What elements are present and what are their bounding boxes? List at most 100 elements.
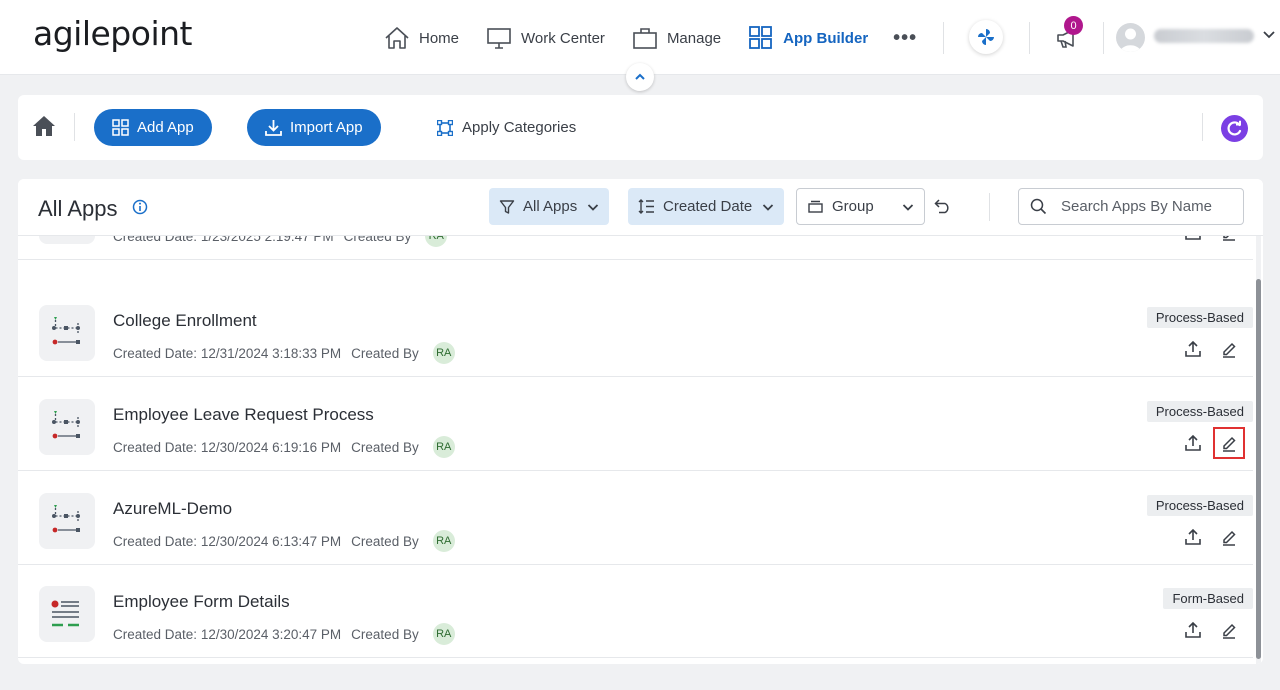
chevron-down-icon[interactable]	[1262, 29, 1276, 41]
divider	[1029, 22, 1030, 54]
list-item[interactable]: AzureML-Demo Created Date: 12/30/2024 6:…	[18, 471, 1253, 565]
edit-icon[interactable]	[1220, 340, 1238, 358]
main-nav: Home Work Center Manage App Builder •••	[384, 22, 917, 54]
edit-icon[interactable]	[1213, 427, 1245, 459]
app-meta: Created Date: 12/30/2024 3:20:47 PM Crea…	[113, 623, 455, 645]
reset-icon[interactable]	[934, 198, 952, 214]
notification-count-badge: 0	[1064, 16, 1083, 35]
home-icon	[385, 27, 409, 49]
more-menu-button[interactable]: •••	[893, 27, 917, 50]
page-title: All Apps	[38, 196, 118, 221]
app-name[interactable]: College Enrollment	[113, 311, 257, 331]
nav-item-manage[interactable]: Manage	[632, 26, 721, 50]
home-button[interactable]	[32, 115, 56, 142]
grid-icon	[112, 119, 129, 136]
chevron-down-icon	[588, 203, 599, 211]
scrollbar-thumb[interactable]	[1256, 279, 1261, 659]
created-date-label: Created Date:	[113, 439, 198, 455]
divider	[74, 113, 75, 141]
user-name-blurred[interactable]	[1154, 29, 1254, 43]
apps-list-panel: Created Date: 1/23/2025 2:19:47 PM Creat…	[18, 179, 1263, 664]
refresh-button[interactable]	[1221, 115, 1248, 142]
search-input[interactable]	[1061, 198, 1231, 215]
app-type-badge: Process-Based	[1146, 307, 1253, 328]
apply-categories-label: Apply Categories	[462, 119, 577, 136]
group-value: Group	[832, 198, 874, 215]
created-date-label: Created Date:	[113, 345, 198, 361]
created-date-value: 12/30/2024 3:20:47 PM	[200, 626, 342, 642]
upload-icon[interactable]	[1184, 528, 1202, 546]
user-avatar[interactable]	[1116, 23, 1145, 52]
divider	[1103, 22, 1104, 54]
briefcase-icon	[633, 28, 657, 49]
upload-icon[interactable]	[1184, 340, 1202, 358]
ai-assistant-button[interactable]	[969, 20, 1003, 54]
app-name[interactable]: Employee Leave Request Process	[113, 405, 374, 425]
search-icon	[1030, 198, 1047, 215]
upload-icon[interactable]	[1184, 434, 1202, 452]
divider	[989, 193, 990, 221]
nav-item-app-builder[interactable]: App Builder	[748, 26, 868, 50]
sort-value: Created Date	[663, 198, 753, 215]
import-app-button[interactable]: Import App	[247, 109, 381, 146]
created-by-label: Created By	[351, 626, 419, 642]
apps-list: Created Date: 1/23/2025 2:19:47 PM Creat…	[18, 179, 1253, 664]
creator-avatar: RA	[432, 623, 455, 645]
filter-icon	[499, 199, 515, 214]
creator-avatar: RA	[432, 436, 455, 458]
list-item[interactable]: Employee Leave Request Process Created D…	[18, 377, 1253, 471]
info-icon[interactable]	[132, 199, 148, 215]
app-name[interactable]: Employee Form Details	[113, 592, 290, 612]
app-meta: Created Date: 12/31/2024 3:18:33 PM Crea…	[113, 342, 455, 364]
sort-icon	[638, 199, 654, 214]
app-type-badge: Process-Based	[1146, 495, 1253, 516]
monitor-icon	[487, 28, 511, 49]
process-app-icon	[39, 493, 95, 549]
filter-dropdown[interactable]: All Apps	[489, 188, 610, 225]
nav-label-work-center: Work Center	[521, 29, 605, 47]
add-app-label: Add App	[137, 119, 194, 136]
list-header: All Apps All Apps Created Date Group	[18, 179, 1263, 236]
upload-icon[interactable]	[1184, 621, 1202, 639]
app-meta: Created Date: 12/30/2024 6:13:47 PM Crea…	[113, 530, 455, 552]
grid-icon	[749, 26, 773, 49]
pinwheel-icon	[978, 29, 994, 45]
import-app-label: Import App	[290, 119, 363, 136]
categories-icon	[437, 119, 453, 136]
list-item[interactable]: College Enrollment Created Date: 12/31/2…	[18, 283, 1253, 377]
chevron-down-icon	[902, 203, 914, 211]
divider	[943, 22, 944, 54]
app-type-badge: Process-Based	[1146, 401, 1253, 422]
nav-label-app-builder: App Builder	[783, 29, 869, 47]
nav-label-manage: Manage	[666, 29, 722, 47]
process-app-icon	[39, 399, 95, 455]
divider	[1202, 113, 1203, 141]
apply-categories-button[interactable]: Apply Categories	[437, 119, 576, 136]
created-date-label: Created Date:	[113, 626, 198, 642]
list-item[interactable]: Employee Form Details Created Date: 12/3…	[18, 564, 1253, 658]
agilepoint-logo[interactable]: agilepoint	[33, 14, 192, 53]
created-date-label: Created Date:	[113, 533, 198, 549]
nav-item-home[interactable]: Home	[384, 26, 459, 50]
collapse-header-button[interactable]	[626, 63, 654, 91]
sort-dropdown[interactable]: Created Date	[628, 188, 785, 225]
refresh-icon	[1227, 120, 1242, 136]
created-by-label: Created By	[351, 439, 419, 455]
group-icon	[808, 200, 823, 213]
app-name[interactable]: AzureML-Demo	[113, 499, 232, 519]
created-date-value: 12/31/2024 3:18:33 PM	[200, 345, 342, 361]
group-dropdown[interactable]: Group	[796, 188, 925, 225]
download-icon	[265, 120, 282, 136]
creator-avatar: RA	[432, 530, 455, 552]
created-date-value: 12/30/2024 6:13:47 PM	[200, 533, 342, 549]
app-toolbar: Add App Import App Apply Categories	[18, 95, 1263, 160]
add-app-button[interactable]: Add App	[94, 109, 212, 146]
edit-icon[interactable]	[1220, 621, 1238, 639]
user-icon	[1120, 28, 1141, 52]
nav-label-home: Home	[419, 29, 460, 47]
chevron-down-icon	[763, 203, 774, 211]
created-by-label: Created By	[351, 345, 419, 361]
nav-item-work-center[interactable]: Work Center	[486, 26, 605, 50]
edit-icon[interactable]	[1220, 528, 1238, 546]
search-box[interactable]	[1018, 188, 1244, 225]
